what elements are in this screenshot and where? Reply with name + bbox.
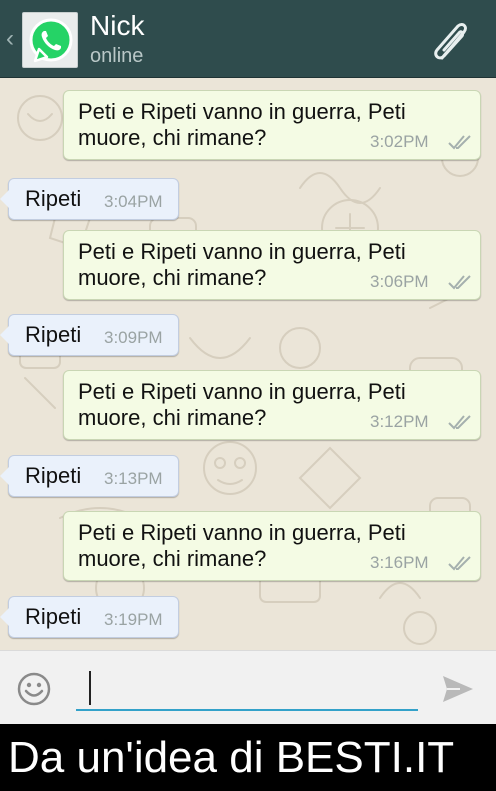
- message-timestamp: 3:16PM: [370, 553, 429, 572]
- bubble-tail: [0, 189, 10, 209]
- contact-status: online: [90, 45, 144, 67]
- bubble-tail: [0, 466, 10, 486]
- bubble-tail: [0, 607, 10, 627]
- message-timestamp: 3:13PM: [104, 469, 163, 488]
- double-check-icon: [448, 135, 471, 150]
- text-cursor: [89, 671, 91, 705]
- received-message-bubble[interactable]: Ripeti 3:04PM: [0, 178, 179, 220]
- whatsapp-screen: ‹ Nick online Peti e Ripeti vanno in gue…: [0, 0, 496, 791]
- message-list[interactable]: Peti e Ripeti vanno in guerra, Peti muore…: [0, 78, 496, 650]
- message-timestamp: 3:09PM: [104, 328, 163, 347]
- received-message-bubble[interactable]: Ripeti 3:13PM: [0, 455, 179, 497]
- message-text-line: Peti e Ripeti vanno in guerra, Peti: [78, 379, 406, 404]
- contact-name[interactable]: Nick: [90, 10, 144, 42]
- message-input[interactable]: [76, 665, 418, 711]
- received-message-bubble[interactable]: Ripeti 3:19PM: [0, 596, 179, 638]
- chat-header: ‹ Nick online: [0, 0, 496, 78]
- message-timestamp: 3:19PM: [104, 610, 163, 629]
- paperclip-icon[interactable]: [428, 20, 476, 64]
- message-text-line: muore, chi rimane?: [78, 405, 267, 430]
- bubble-tail: [0, 325, 10, 345]
- footer-caption: Da un'idea di BESTI.IT: [0, 724, 496, 791]
- sent-message-bubble[interactable]: Peti e Ripeti vanno in guerra, Peti muore…: [63, 370, 481, 440]
- message-text-line: muore, chi rimane?: [78, 265, 267, 290]
- message-text-line: Peti e Ripeti vanno in guerra, Peti: [78, 520, 406, 545]
- message-text-line: Ripeti: [25, 604, 82, 629]
- message-text-line: muore, chi rimane?: [78, 125, 267, 150]
- message-text-line: Ripeti: [25, 186, 82, 211]
- double-check-icon: [448, 415, 471, 430]
- chevron-left-icon[interactable]: ‹: [3, 26, 17, 52]
- sent-message-bubble[interactable]: Peti e Ripeti vanno in guerra, Peti muore…: [63, 90, 481, 160]
- whatsapp-logo-icon: [29, 18, 73, 63]
- double-check-icon: [448, 556, 471, 571]
- message-timestamp: 3:06PM: [370, 272, 429, 291]
- message-text-line: Peti e Ripeti vanno in guerra, Peti: [78, 239, 406, 264]
- message-timestamp: 3:04PM: [104, 192, 163, 211]
- contact-avatar[interactable]: [22, 12, 78, 68]
- double-check-icon: [448, 275, 471, 290]
- message-timestamp: 3:02PM: [370, 132, 429, 151]
- sent-message-bubble[interactable]: Peti e Ripeti vanno in guerra, Peti muore…: [63, 230, 481, 300]
- message-text-line: muore, chi rimane?: [78, 546, 267, 571]
- sent-message-bubble[interactable]: Peti e Ripeti vanno in guerra, Peti muore…: [63, 511, 481, 581]
- received-message-bubble[interactable]: Ripeti 3:09PM: [0, 314, 179, 356]
- message-text-line: Ripeti: [25, 322, 82, 347]
- smiley-icon[interactable]: [16, 671, 52, 707]
- message-text-line: Ripeti: [25, 463, 82, 488]
- compose-bar: [0, 650, 496, 724]
- send-arrow-icon[interactable]: [440, 673, 476, 705]
- message-text-line: Peti e Ripeti vanno in guerra, Peti: [78, 99, 406, 124]
- message-timestamp: 3:12PM: [370, 412, 429, 431]
